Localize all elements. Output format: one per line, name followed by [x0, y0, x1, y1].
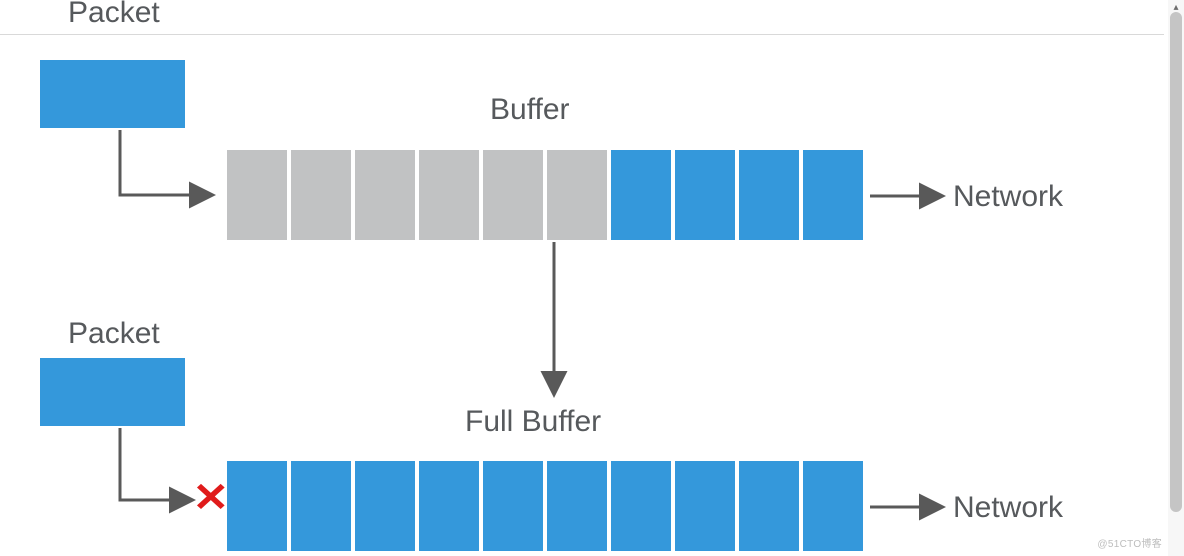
scroll-up-icon[interactable]: ▴ [1171, 2, 1181, 12]
buffer-slot [419, 150, 479, 240]
watermark: @51CTO博客 [1097, 535, 1162, 550]
buffer-slot [355, 150, 415, 240]
buffer-slot [355, 461, 415, 551]
buffer-slot [611, 150, 671, 240]
buffer-slot [739, 150, 799, 240]
scrollbar-thumb[interactable] [1170, 12, 1182, 512]
buffer-slot [611, 461, 671, 551]
network-label-bottom: Network [953, 491, 1063, 525]
buffer-slot [803, 461, 863, 551]
buffer-slot [483, 461, 543, 551]
packet-box-bottom [40, 358, 185, 426]
buffer-label-top: Buffer [490, 93, 570, 127]
packet-box-top [40, 60, 185, 128]
vertical-scrollbar[interactable]: ▴ [1168, 0, 1184, 556]
buffer-slot [547, 150, 607, 240]
buffer-slot [483, 150, 543, 240]
network-label-top: Network [953, 180, 1063, 214]
buffer-slot [675, 150, 735, 240]
packet-label-bottom: Packet [68, 317, 160, 351]
buffer-slot [675, 461, 735, 551]
buffer-slot [547, 461, 607, 551]
buffer-top [227, 150, 863, 240]
arrow-packet-to-buffer-top [120, 130, 210, 195]
packet-label-top: Packet [68, 0, 160, 30]
buffer-slot [227, 150, 287, 240]
buffer-slot [803, 150, 863, 240]
buffer-slot [419, 461, 479, 551]
buffer-bottom [227, 461, 863, 551]
buffer-slot [227, 461, 287, 551]
drop-cross-icon: ✕ [192, 478, 229, 518]
diagram-canvas: Packet Buffer Network Packet Full Buffer… [0, 0, 1184, 556]
top-divider [0, 34, 1164, 35]
buffer-label-bottom: Full Buffer [465, 405, 601, 439]
buffer-slot [739, 461, 799, 551]
arrow-packet-to-buffer-bottom [120, 428, 190, 500]
buffer-slot [291, 150, 351, 240]
buffer-slot [291, 461, 351, 551]
